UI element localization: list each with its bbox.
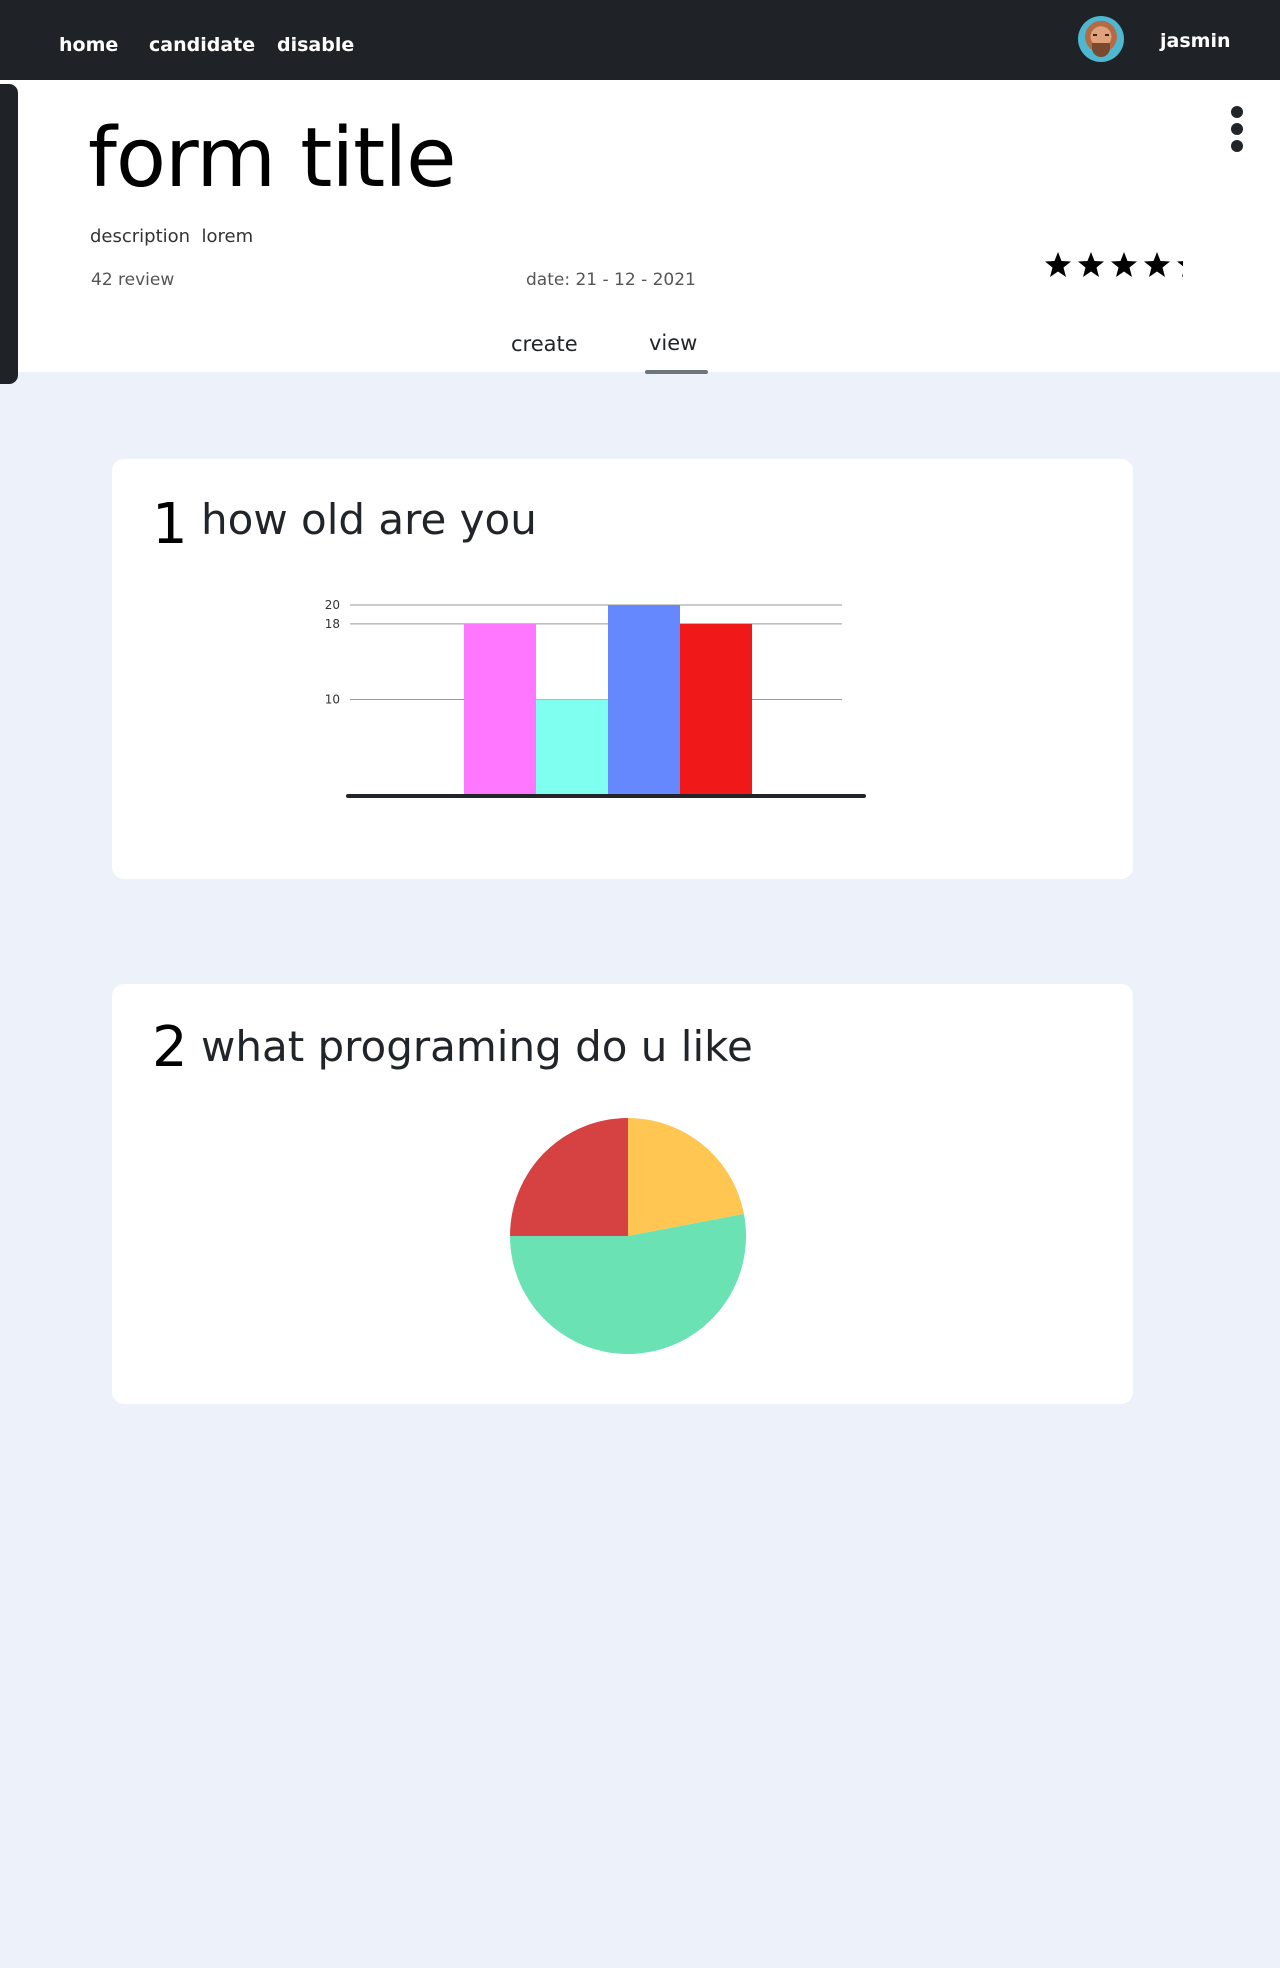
nav-link-candidate[interactable]: candidate — [149, 34, 255, 56]
bar-chart: 10 18 20 — [325, 598, 866, 798]
nav-link-disable[interactable]: disable — [277, 34, 354, 56]
y-tick-label: 20 — [325, 598, 340, 612]
form-date: date: 21 - 12 - 2021 — [526, 270, 696, 290]
review-count: 42 review — [91, 270, 175, 290]
pie-slice — [510, 1118, 628, 1236]
bar — [608, 605, 680, 794]
form-title: form title — [88, 111, 457, 206]
y-tick-label: 18 — [325, 617, 340, 631]
question-card-2: 2 what programing do u like — [112, 984, 1133, 1404]
pie-chart — [510, 1118, 746, 1354]
star-icon — [1111, 252, 1137, 277]
user-avatar[interactable] — [1078, 16, 1124, 62]
avatar-beard — [1092, 43, 1110, 57]
top-navbar: home candidate disable jasmin — [0, 0, 1280, 80]
username[interactable]: jasmin — [1160, 30, 1230, 52]
star-icon — [1144, 252, 1170, 277]
bar — [680, 623, 752, 794]
y-tick-label: 10 — [325, 693, 340, 707]
nav-link-home[interactable]: home — [59, 34, 118, 56]
star-half-icon — [1177, 252, 1183, 277]
form-description: description lorem — [90, 226, 254, 247]
question-card-1: 1 how old are you 10 18 20 — [112, 459, 1133, 879]
avatar-eye — [1093, 34, 1097, 36]
rating-stars — [1045, 252, 1183, 277]
star-icon — [1078, 252, 1104, 277]
tab-view[interactable]: view — [649, 331, 697, 355]
bar — [536, 699, 608, 794]
bar — [464, 623, 536, 794]
avatar-eye — [1105, 34, 1109, 36]
more-options-icon[interactable] — [1228, 106, 1246, 156]
star-icon — [1045, 252, 1071, 277]
sidebar-toggle-handle[interactable] — [0, 84, 18, 384]
active-tab-indicator — [645, 370, 708, 374]
tab-create[interactable]: create — [511, 332, 578, 356]
